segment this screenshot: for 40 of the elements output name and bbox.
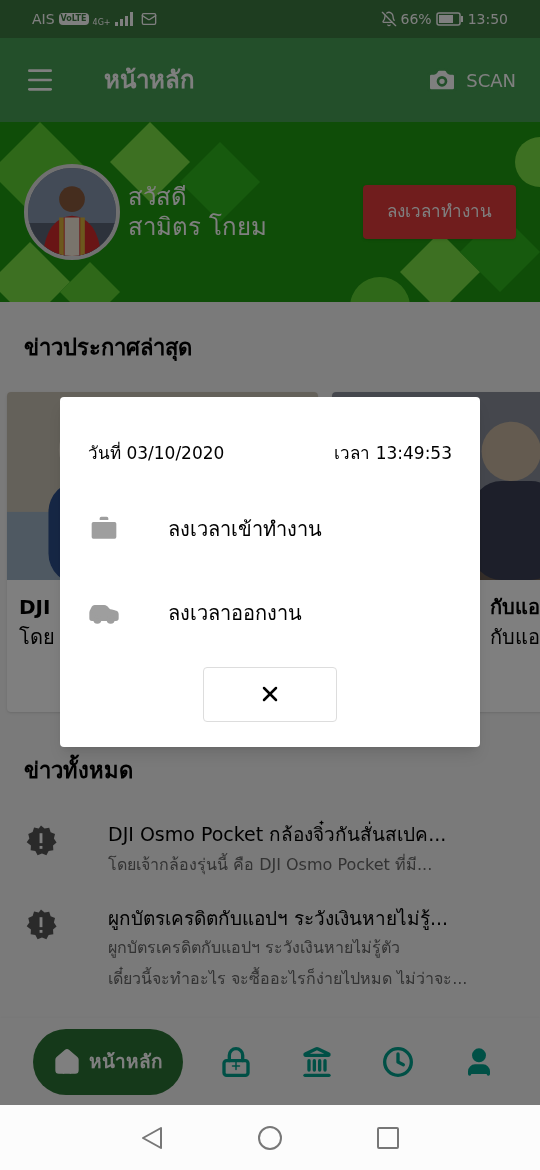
card-summary: กับแอ	[490, 624, 540, 651]
card-summary: โดย	[19, 624, 55, 651]
bank-icon	[300, 1045, 333, 1078]
news-title: ผูกบัตรเครดิตกับแอปฯ ระวังเงินหายไม่รู้...	[108, 905, 450, 932]
mail-icon	[140, 11, 157, 27]
back-icon[interactable]	[141, 1125, 163, 1150]
dialog-action[interactable]: ลงเวลาเข้าทำงาน	[88, 486, 452, 571]
card-title: DJI	[19, 594, 51, 621]
home-circle-icon[interactable]	[258, 1125, 282, 1150]
close-button[interactable]	[203, 666, 337, 722]
network-label: 4G+	[92, 16, 111, 29]
battery-percent: 66%	[400, 9, 432, 29]
dialog-date: วันที่ 03/10/2020	[88, 441, 225, 465]
page-title: หน้าหลัก	[104, 65, 196, 96]
carrier-label: AIS	[32, 9, 55, 29]
alert-badge-icon	[24, 824, 58, 858]
home-icon	[52, 1047, 81, 1076]
news-summary: โดยเจ้ากล้องรุ่นนี้ คือ DJI Osmo Pocket ที่มี...	[108, 852, 434, 877]
greeting-text: สวัสดี	[128, 182, 188, 212]
news-item[interactable]: ผูกบัตรเครดิตกับแอปฯ ระวังเงินหายไม่รู้... ผูกบัตรเครดิตกับแอปฯ ระวังเงินหายไม่รู้ตัว เดี๋ยวนี้จะทำอะไร จะซื้ออะไรก็ง่ายไปหมด ไม่ว่าจะ...	[0, 903, 540, 994]
dialog-time: เวลา 13:49:53	[334, 442, 452, 465]
recents-icon[interactable]	[377, 1126, 399, 1149]
clock-in-button[interactable]: ลงเวลาทำงาน	[363, 185, 516, 239]
alert-badge-icon	[24, 907, 58, 942]
news-title: DJI Osmo Pocket กล้องจิ๋วกันสั่นสเปค...	[108, 820, 447, 849]
card-title: กับแอ	[490, 594, 540, 621]
signal-icon	[114, 12, 133, 26]
nav-tab[interactable]: หน้าหลัก	[32, 1028, 183, 1095]
battery-icon	[435, 12, 464, 26]
news-summary: ผูกบัตรเครดิตกับแอปฯ ระวังเงินหายไม่รู้ตัว เดี๋ยวนี้จะทำอะไร จะซื้ออะไรก็ง่ายไปหมด ไม่ว่าจะ...	[108, 937, 468, 990]
clock-time: 13:50	[467, 9, 508, 29]
news-item[interactable]: DJI Osmo Pocket กล้องจิ๋วกันสั่นสเปค... โดยเจ้ากล้องรุ่นนี้ คือ DJI Osmo Pocket ที่มี...	[0, 820, 540, 880]
user-name: สามิตร โกยม	[128, 212, 268, 242]
bell-off-icon	[380, 11, 397, 27]
section-heading: ข่าวทั้งหมด	[24, 753, 133, 787]
dialog-action[interactable]: ลงเวลาออกงาน	[88, 570, 452, 655]
volte-badge: VoLTE	[58, 13, 89, 25]
clock-icon	[382, 1045, 415, 1078]
lock-plus-icon	[219, 1045, 252, 1078]
section-heading: ข่าวประกาศล่าสุด	[24, 333, 192, 363]
